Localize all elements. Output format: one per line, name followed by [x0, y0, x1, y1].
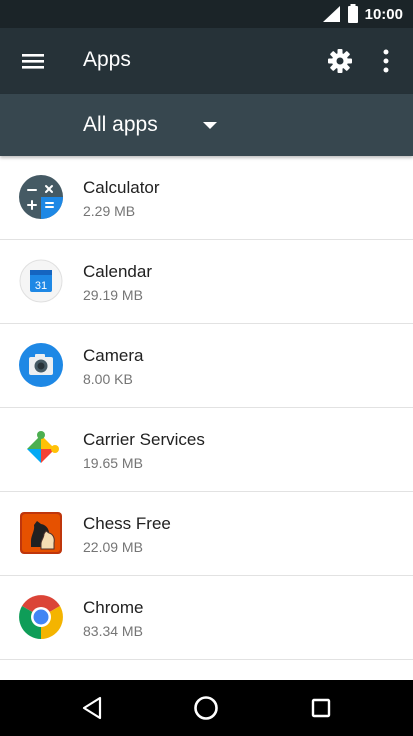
app-item-calculator[interactable]: Calculator 2.29 MB [0, 156, 413, 240]
app-name: Chess Free [83, 514, 171, 533]
app-size: 83.34 MB [83, 623, 143, 639]
calendar-icon-day: 31 [35, 280, 47, 292]
app-size: 29.19 MB [83, 287, 143, 303]
camera-icon [19, 343, 63, 387]
home-icon[interactable] [192, 694, 220, 722]
app-filter-spinner[interactable]: All apps [83, 108, 217, 142]
app-name: Carrier Services [83, 430, 205, 449]
app-name: Calendar [83, 262, 152, 281]
app-name: Chrome [83, 598, 144, 617]
chrome-icon [19, 595, 63, 639]
status-time: 10:00 [364, 5, 403, 23]
app-item-carrier-services[interactable]: Carrier Services 19.65 MB [0, 408, 413, 492]
dropdown-arrow-icon [203, 122, 217, 129]
chess-knight-icon [20, 512, 62, 554]
app-item-camera[interactable]: Camera 8.00 KB [0, 324, 413, 408]
calculator-icon [19, 175, 63, 219]
recents-icon[interactable] [307, 694, 335, 722]
app-name: Calculator [83, 178, 160, 197]
app-list: Calculator 2.29 MB 31 Calendar 29.19 MB … [0, 156, 413, 680]
app-size: 19.65 MB [83, 455, 143, 471]
app-toolbar: Apps [0, 28, 413, 94]
app-item-chess-free[interactable]: Chess Free 22.09 MB [0, 492, 413, 576]
page-title: Apps [83, 48, 131, 71]
calendar-icon: 31 [19, 259, 63, 303]
battery-icon [347, 4, 358, 23]
navigation-bar [0, 680, 413, 736]
status-icons: 10:00 [321, 4, 403, 24]
app-item-chrome[interactable]: Chrome 83.34 MB [0, 576, 413, 660]
app-size: 2.29 MB [83, 203, 136, 219]
menu-icon[interactable] [18, 48, 48, 74]
more-vert-icon[interactable] [376, 46, 396, 76]
app-size: 8.00 KB [83, 371, 133, 387]
filter-selected-label: All apps [83, 113, 158, 136]
app-size: 22.09 MB [83, 539, 143, 555]
carrier-services-icon [27, 431, 59, 463]
app-item-calendar[interactable]: 31 Calendar 29.19 MB [0, 240, 413, 324]
status-bar: 10:00 [0, 0, 413, 28]
app-name: Camera [83, 346, 144, 365]
settings-gear-icon[interactable] [326, 47, 354, 75]
filter-bar: All apps [0, 94, 413, 156]
back-icon[interactable] [78, 694, 106, 722]
signal-icon [322, 6, 340, 22]
